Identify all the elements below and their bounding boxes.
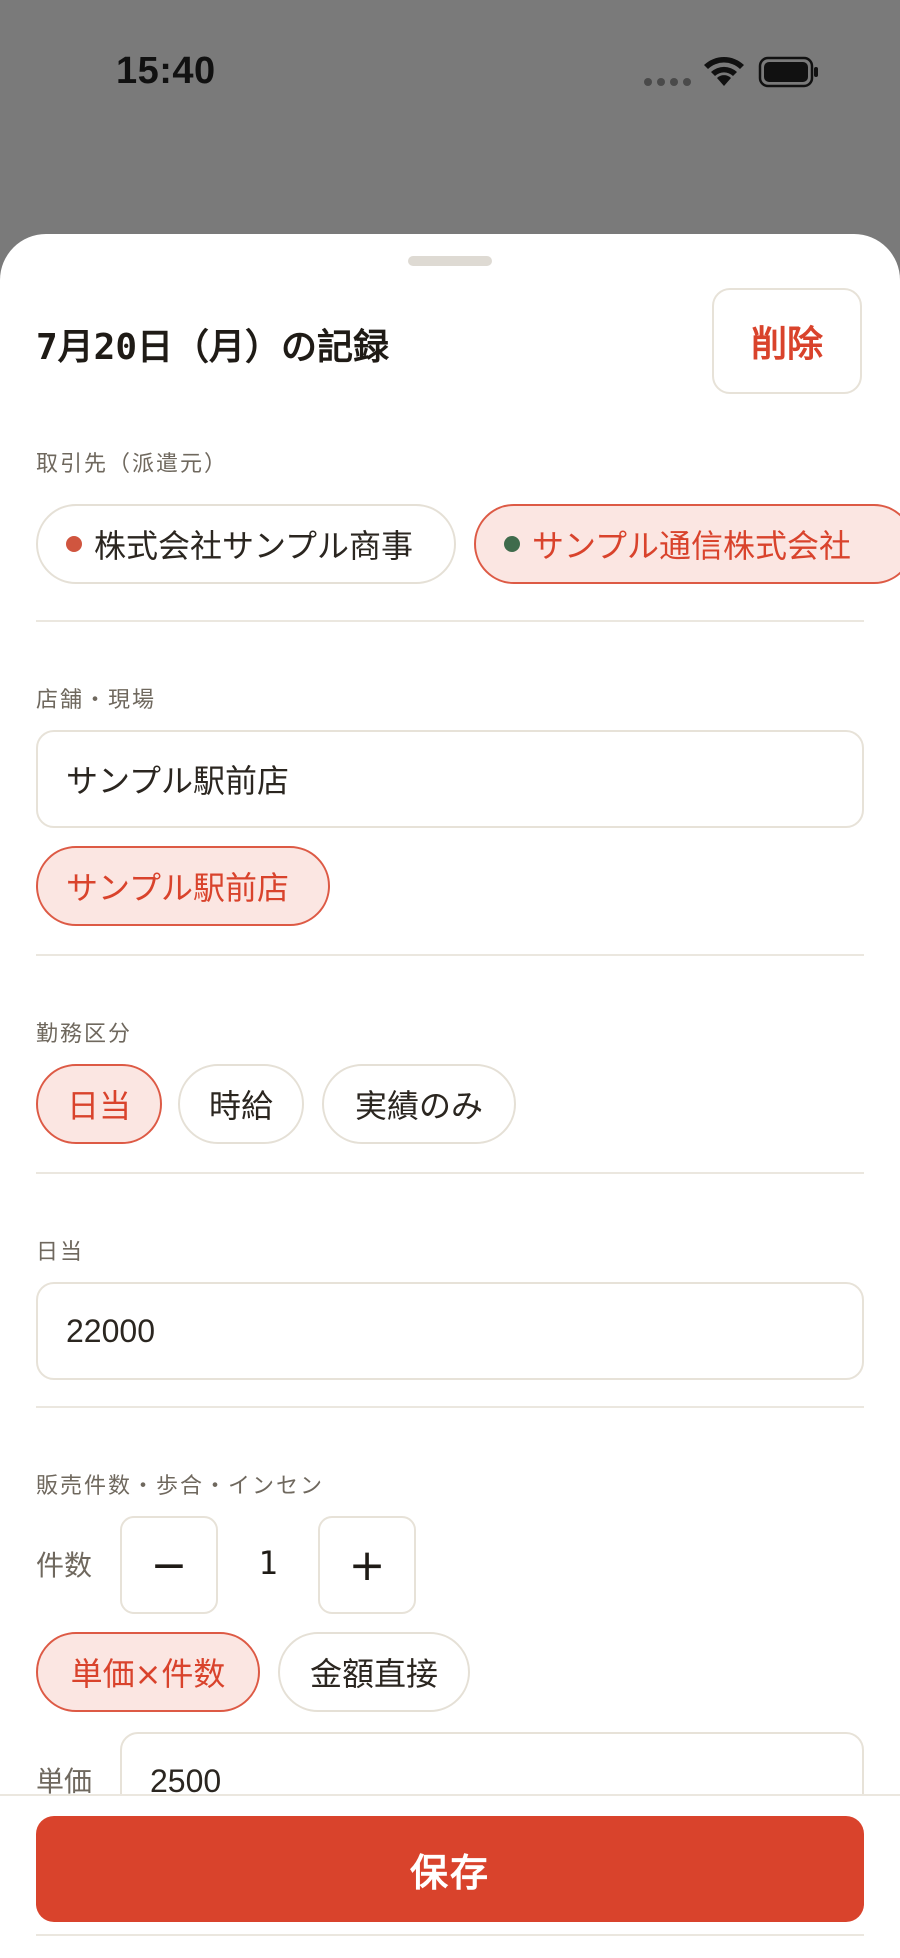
status-time: 15:40: [116, 50, 216, 92]
client-chip-sample-shoji[interactable]: 株式会社サンプル商事: [36, 504, 456, 584]
daily-wage-input[interactable]: 22000: [36, 1282, 864, 1380]
cellular-signal-icon: [644, 78, 691, 86]
daily-wage-section-label: 日当: [36, 1240, 85, 1265]
minus-icon: −: [150, 1539, 188, 1591]
count-label: 件数: [36, 1549, 93, 1582]
work-type-hourly-chip[interactable]: 時給: [178, 1064, 304, 1144]
wifi-icon: [704, 57, 744, 86]
divider: [36, 1934, 864, 1936]
delete-button[interactable]: 削除: [712, 288, 862, 394]
work-type-results-only-chip[interactable]: 実績のみ: [322, 1064, 516, 1144]
divider: [36, 620, 864, 622]
battery-icon: [758, 56, 818, 88]
footer: 保存: [0, 1794, 900, 1958]
mode-label: 金額直接: [309, 1655, 438, 1693]
work-type-label: 実績のみ: [354, 1087, 483, 1125]
sales-section-label: 販売件数・歩合・インセン: [36, 1474, 325, 1499]
divider: [36, 1172, 864, 1174]
client-color-dot: [66, 536, 82, 552]
store-input[interactable]: サンプル駅前店: [36, 730, 864, 828]
divider: [36, 1406, 864, 1408]
store-suggestion-label: サンプル駅前店: [66, 869, 290, 907]
mode-unit-price-chip[interactable]: 単価×件数: [36, 1632, 260, 1712]
sheet-grabber[interactable]: [408, 256, 492, 266]
sheet-title: 7月20日（月）の記録: [36, 327, 390, 368]
store-section-label: 店舗・現場: [36, 688, 157, 713]
mode-label: 単価×件数: [70, 1655, 226, 1693]
work-type-label: 時給: [208, 1087, 273, 1125]
work-type-section-label: 勤務区分: [36, 1022, 133, 1047]
client-section-label: 取引先（派遣元）: [36, 452, 229, 477]
work-type-label: 日当: [66, 1087, 131, 1125]
divider: [36, 954, 864, 956]
client-color-dot: [504, 536, 520, 552]
count-value: 1: [258, 1544, 278, 1582]
client-chip-sample-tsushin[interactable]: サンプル通信株式会社: [474, 504, 900, 584]
count-decrement-button[interactable]: −: [120, 1516, 218, 1614]
work-type-daily-chip[interactable]: 日当: [36, 1064, 162, 1144]
status-bar: 15:40: [0, 0, 900, 150]
record-sheet: 7月20日（月）の記録 削除 取引先（派遣元） 株式会社サンプル商事 サンプル通…: [0, 234, 900, 1956]
store-suggestion-chip[interactable]: サンプル駅前店: [36, 846, 330, 926]
count-increment-button[interactable]: +: [318, 1516, 416, 1614]
client-chip-label: サンプル通信株式会社: [532, 527, 852, 565]
save-button[interactable]: 保存: [36, 1816, 864, 1922]
mode-direct-amount-chip[interactable]: 金額直接: [278, 1632, 470, 1712]
client-chip-label: 株式会社サンプル商事: [94, 527, 414, 565]
plus-icon: +: [348, 1539, 386, 1591]
